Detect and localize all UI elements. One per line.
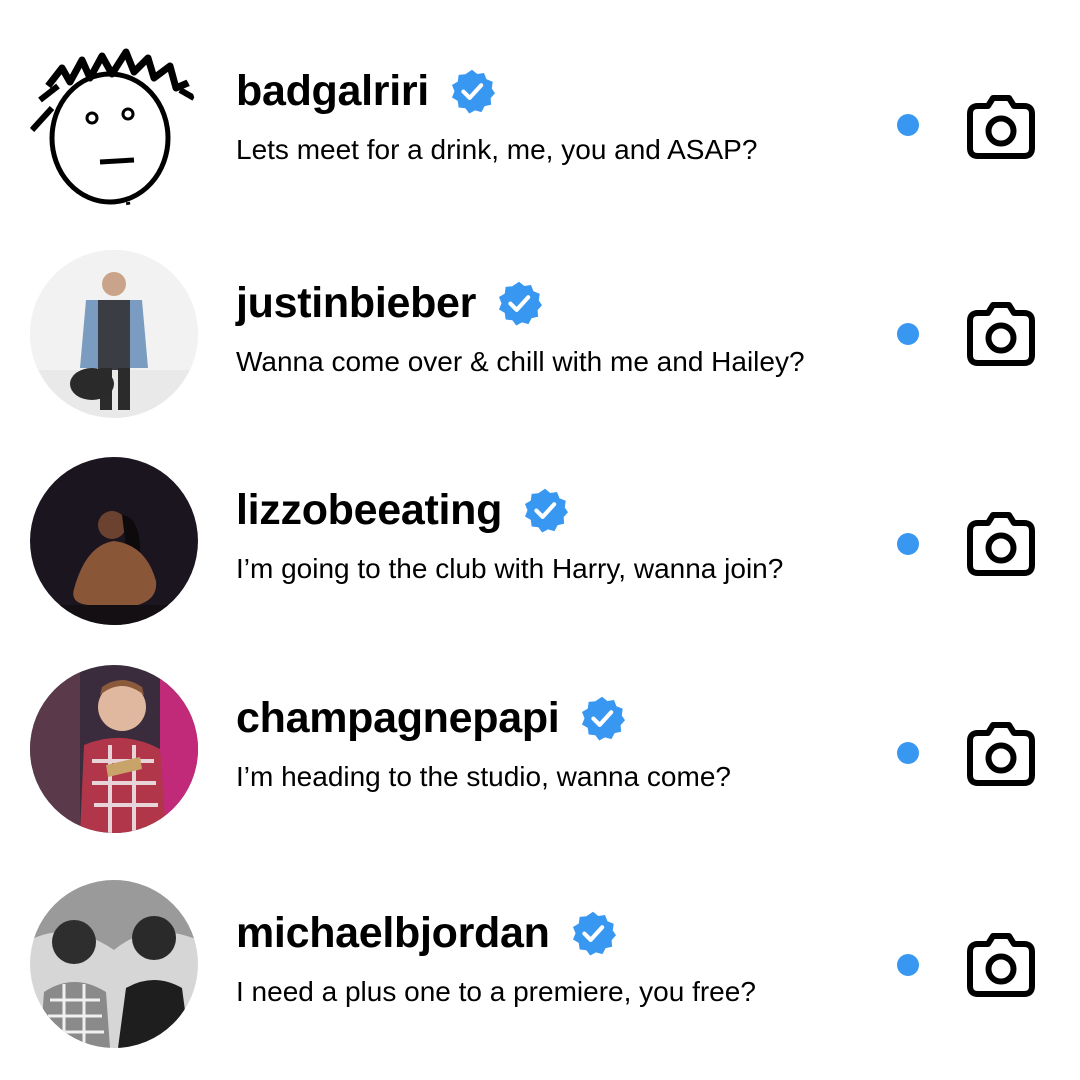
conversation-text: badgalriri Lets meet for a drink, me, yo… bbox=[236, 62, 896, 166]
camera-icon[interactable] bbox=[964, 90, 1038, 164]
verified-badge-icon bbox=[579, 695, 626, 741]
conversation-text: champagnepapi I’m heading to the studio,… bbox=[236, 689, 896, 793]
avatar[interactable] bbox=[30, 250, 198, 418]
avatar[interactable] bbox=[30, 880, 198, 1048]
verified-badge-icon bbox=[496, 280, 543, 326]
unread-dot bbox=[897, 954, 919, 976]
avatar[interactable] bbox=[30, 457, 198, 625]
verified-badge-icon bbox=[449, 68, 495, 114]
conversation-row[interactable]: badgalriri Lets meet for a drink, me, yo… bbox=[0, 18, 1080, 218]
username[interactable]: badgalriri bbox=[236, 67, 429, 116]
doodle-face-icon bbox=[30, 38, 198, 206]
conversation-text: justinbieber Wanna come over & chill wit… bbox=[236, 274, 896, 378]
message-preview: I’m going to the club with Harry, wanna … bbox=[236, 553, 784, 584]
person-photo bbox=[30, 457, 198, 625]
message-preview: I’m heading to the studio, wanna come? bbox=[236, 761, 731, 792]
username[interactable]: lizzobeeating bbox=[236, 486, 502, 535]
message-preview: I need a plus one to a premiere, you fre… bbox=[236, 976, 756, 1007]
unread-dot bbox=[897, 323, 919, 345]
username[interactable]: michaelbjordan bbox=[236, 909, 550, 958]
username[interactable]: champagnepapi bbox=[236, 694, 560, 743]
username[interactable]: justinbieber bbox=[236, 279, 476, 328]
person-photo bbox=[30, 250, 198, 418]
conversation-row[interactable]: champagnepapi I’m heading to the studio,… bbox=[0, 645, 1080, 845]
conversation-row[interactable]: michaelbjordan I need a plus one to a pr… bbox=[0, 860, 1080, 1060]
message-preview: Wanna come over & chill with me and Hail… bbox=[236, 346, 805, 377]
message-list: badgalriri Lets meet for a drink, me, yo… bbox=[0, 0, 1080, 1080]
avatar[interactable] bbox=[30, 38, 198, 206]
verified-badge-icon bbox=[570, 910, 616, 956]
camera-icon[interactable] bbox=[964, 717, 1038, 791]
avatar[interactable] bbox=[30, 665, 198, 833]
camera-icon[interactable] bbox=[964, 928, 1038, 1002]
verified-badge-icon bbox=[522, 487, 569, 533]
conversation-text: lizzobeeating I’m going to the club with… bbox=[236, 481, 896, 585]
message-preview: Lets meet for a drink, me, you and ASAP? bbox=[236, 134, 758, 165]
person-photo bbox=[30, 665, 198, 833]
camera-icon[interactable] bbox=[964, 507, 1038, 581]
camera-icon[interactable] bbox=[964, 297, 1038, 371]
unread-dot bbox=[897, 742, 919, 764]
conversation-row[interactable]: lizzobeeating I’m going to the club with… bbox=[0, 437, 1080, 637]
conversation-row[interactable]: justinbieber Wanna come over & chill wit… bbox=[0, 230, 1080, 430]
person-photo bbox=[30, 880, 198, 1048]
conversation-text: michaelbjordan I need a plus one to a pr… bbox=[236, 904, 896, 1008]
unread-dot bbox=[897, 533, 919, 555]
unread-dot bbox=[897, 114, 919, 136]
